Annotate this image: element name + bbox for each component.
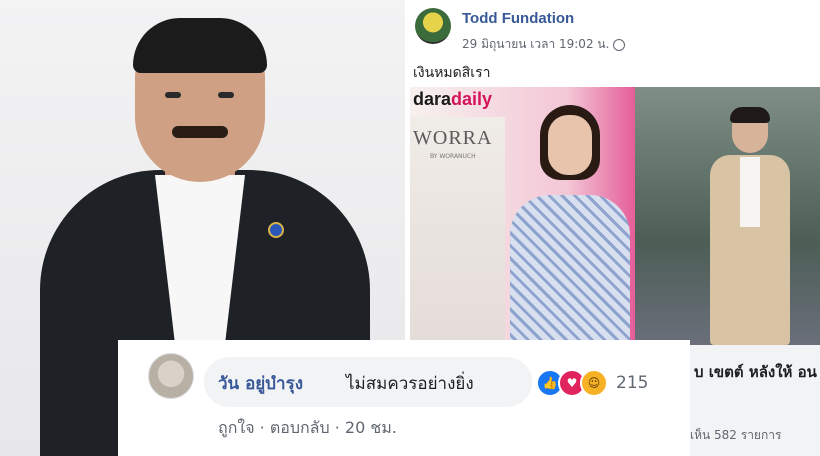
post-author-name[interactable]: Todd Fundation [462,10,574,27]
reaction-count: 215 [616,373,649,393]
magazine-title: WORRA [413,127,493,149]
post-time-text[interactable]: 29 มิถุนายน เวลา 19:02 น. [462,37,609,51]
hair [133,18,267,73]
magazine-subtitle: BY WORANUCH [430,153,476,160]
link-preview-title[interactable]: บ เขตต์ หลังให้ อน [694,362,818,382]
magazine-cover: WORRA BY WORANUCH [410,117,505,345]
mustache [172,126,228,138]
man-in-beige-suit [710,107,790,345]
view-count: เห็น 582 รายการ [690,428,782,442]
haha-icon: ☺ [580,369,608,397]
daradaily-logo: daradaily [413,89,492,110]
man-hair [730,107,770,123]
post-text: เงินหมดสิเรา [413,65,491,81]
woman-dress [510,195,630,345]
globe-icon [613,38,626,51]
post-author-avatar[interactable] [415,8,451,44]
comment-card: วัน อยู่บำรุง ไม่สมควรอย่างยิ่ง 👍 ♥ ☺ 21… [118,340,690,456]
image-panel-left: WORRA BY WORANUCH daradaily [410,87,635,345]
lapel-pin-icon [268,222,284,238]
logo-daily: daily [451,89,493,109]
woman-figure [510,105,630,345]
man-shirt [740,157,760,227]
comment-text: ไม่สมควรอย่างยิ่ง [346,374,474,394]
post-timestamp[interactable]: 29 มิถุนายน เวลา 19:02 น. [462,35,626,54]
commenter-name[interactable]: วัน อยู่บำรุง [218,370,303,397]
logo-dara: dara [413,89,452,109]
left-eye [165,92,181,98]
comment-actions[interactable]: ถูกใจ · ตอบกลับ · 20 ชม. [218,416,397,441]
comment-reactions[interactable]: 👍 ♥ ☺ 215 [536,369,649,397]
commenter-avatar[interactable] [148,353,194,399]
right-eye [218,92,234,98]
woman-face [548,115,592,175]
post-image[interactable]: WORRA BY WORANUCH daradaily [410,87,820,345]
